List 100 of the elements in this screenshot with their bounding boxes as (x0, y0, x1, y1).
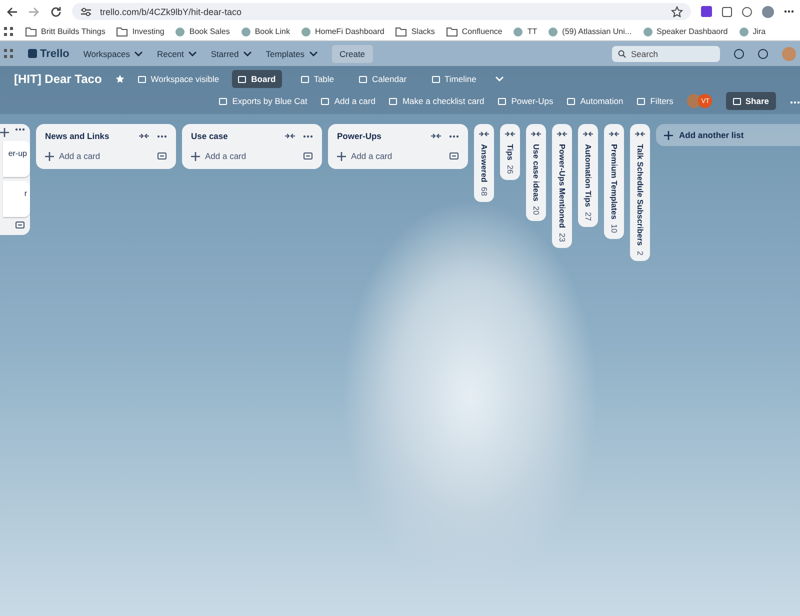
more-icon[interactable] (790, 101, 800, 104)
bookmark[interactable]: TT (513, 26, 538, 36)
expand-icon[interactable] (505, 131, 515, 137)
list-title[interactable]: News and Links (45, 131, 131, 141)
apps-icon[interactable] (4, 48, 14, 58)
list-title[interactable]: Use case (191, 131, 277, 141)
action-icon (321, 98, 330, 104)
more-icon[interactable] (449, 134, 459, 138)
bookmark[interactable]: Book Link (240, 26, 290, 36)
collapsed-list[interactable]: Automation Tips 27 (578, 124, 598, 227)
star-icon[interactable] (671, 6, 683, 18)
card-count: 68 (480, 187, 488, 196)
visibility-button[interactable]: Workspace visible (138, 74, 220, 84)
card[interactable]: er-up (3, 141, 30, 177)
board-title[interactable]: [HIT] Dear Taco (14, 72, 102, 86)
bookmark[interactable]: HomeFi Dashboard (300, 26, 384, 36)
view-tab[interactable]: Board (232, 70, 282, 88)
collapsed-list[interactable]: Premium Templates 10 (604, 124, 624, 240)
profile-avatar[interactable] (762, 6, 774, 18)
trello-logo-icon (28, 49, 37, 58)
plus-icon (337, 152, 346, 160)
reload-icon[interactable] (50, 6, 62, 18)
nav-menu[interactable]: Templates (266, 48, 318, 58)
bookmark[interactable]: Jira (738, 26, 766, 36)
toolbar-button[interactable]: Make a checklist card (389, 96, 484, 106)
expand-icon[interactable] (609, 131, 619, 137)
site-icon (548, 26, 558, 36)
collapsed-list[interactable]: Power-Ups Mentioned 23 (552, 124, 572, 248)
bookmark[interactable]: Slacks (395, 26, 435, 36)
list-title: Tips (506, 144, 514, 160)
more-icon[interactable] (15, 128, 25, 131)
bookmark[interactable]: Britt Builds Things (25, 26, 106, 36)
bookmark[interactable]: Book Sales (175, 26, 230, 36)
list-title: Answered (480, 144, 488, 182)
expand-icon[interactable] (583, 131, 593, 137)
toolbar-button[interactable]: Filters (637, 96, 674, 106)
template-icon[interactable] (449, 152, 459, 160)
card-count: 20 (532, 206, 540, 216)
apps-grid-icon[interactable] (4, 26, 14, 36)
search-field[interactable]: Search (612, 46, 720, 62)
add-card-button[interactable]: Add a card (45, 151, 149, 161)
address-bar[interactable]: trello.com/b/4CZk9lbY/hit-dear-taco (72, 3, 691, 20)
folder-icon (395, 26, 408, 36)
card[interactable]: r (3, 181, 30, 217)
card-count: 10 (610, 224, 618, 234)
bookmark[interactable]: Investing (116, 26, 164, 36)
card-count: 26 (506, 165, 514, 174)
expand-icon[interactable] (531, 131, 541, 137)
expand-icon[interactable] (479, 131, 489, 137)
more-icon[interactable] (303, 134, 313, 138)
bookmark[interactable]: Confluence (446, 26, 502, 36)
add-card-button[interactable]: Add a card (337, 151, 441, 161)
share-button[interactable]: Share (726, 92, 776, 110)
site-icon (175, 26, 186, 36)
toolbar-button[interactable]: Automation (567, 96, 624, 106)
site-icon (300, 26, 311, 36)
create-button[interactable]: Create (332, 44, 374, 62)
view-tab[interactable]: Timeline (426, 70, 482, 88)
template-icon[interactable] (157, 152, 167, 160)
bookmark[interactable]: Speaker Dashbaord (642, 26, 728, 36)
toolbar-button[interactable]: Add a card (321, 96, 376, 106)
collapsed-list[interactable]: Use case ideas 20 (526, 124, 546, 222)
action-icon (567, 98, 576, 104)
collapse-icon[interactable] (431, 133, 441, 139)
list-title: Talk Schedule Subscribers (636, 144, 644, 246)
site-icon (513, 26, 524, 36)
template-icon[interactable] (303, 152, 313, 160)
expand-icon[interactable] (635, 131, 645, 137)
toolbar-button[interactable]: Power-Ups (498, 96, 554, 106)
collapsed-list[interactable]: Tips 26 (500, 124, 520, 180)
list-title: Premium Templates (610, 144, 618, 220)
add-card-button[interactable]: Add a card (191, 151, 295, 161)
browser-menu-icon[interactable] (784, 10, 794, 13)
template-icon[interactable] (15, 221, 25, 230)
view-tab[interactable]: Calendar (353, 70, 413, 88)
caret-icon[interactable] (495, 76, 504, 82)
nav-menu[interactable]: Recent (156, 48, 197, 58)
action-icon (498, 98, 506, 104)
list-title[interactable]: Power-Ups (337, 131, 423, 141)
nav-menu[interactable]: Workspaces (83, 48, 143, 58)
view-tab[interactable]: Table (294, 70, 340, 88)
nav-menu[interactable]: Starred (210, 48, 252, 58)
folder-icon (25, 26, 37, 36)
collapsed-list[interactable]: Talk Schedule Subscribers 2 (630, 124, 650, 262)
collapse-icon[interactable] (285, 133, 295, 139)
back-icon[interactable] (6, 6, 18, 18)
star-icon[interactable] (114, 74, 125, 84)
expand-icon[interactable] (557, 131, 567, 137)
view-icon (432, 76, 440, 82)
plus-icon (0, 128, 9, 137)
bookmark[interactable]: (59) Atlassian Uni... (548, 26, 632, 36)
toolbar-button[interactable]: Exports by Blue Cat (219, 96, 308, 106)
site-settings-icon[interactable] (80, 6, 92, 18)
caret-icon (188, 50, 197, 56)
extension-icon[interactable] (701, 6, 712, 17)
logo-text[interactable]: Trello (40, 48, 70, 60)
more-icon[interactable] (157, 134, 167, 138)
collapse-icon[interactable] (139, 133, 149, 139)
add-list-button[interactable]: Add another list (656, 124, 800, 146)
collapsed-list[interactable]: Answered 68 (474, 124, 494, 202)
